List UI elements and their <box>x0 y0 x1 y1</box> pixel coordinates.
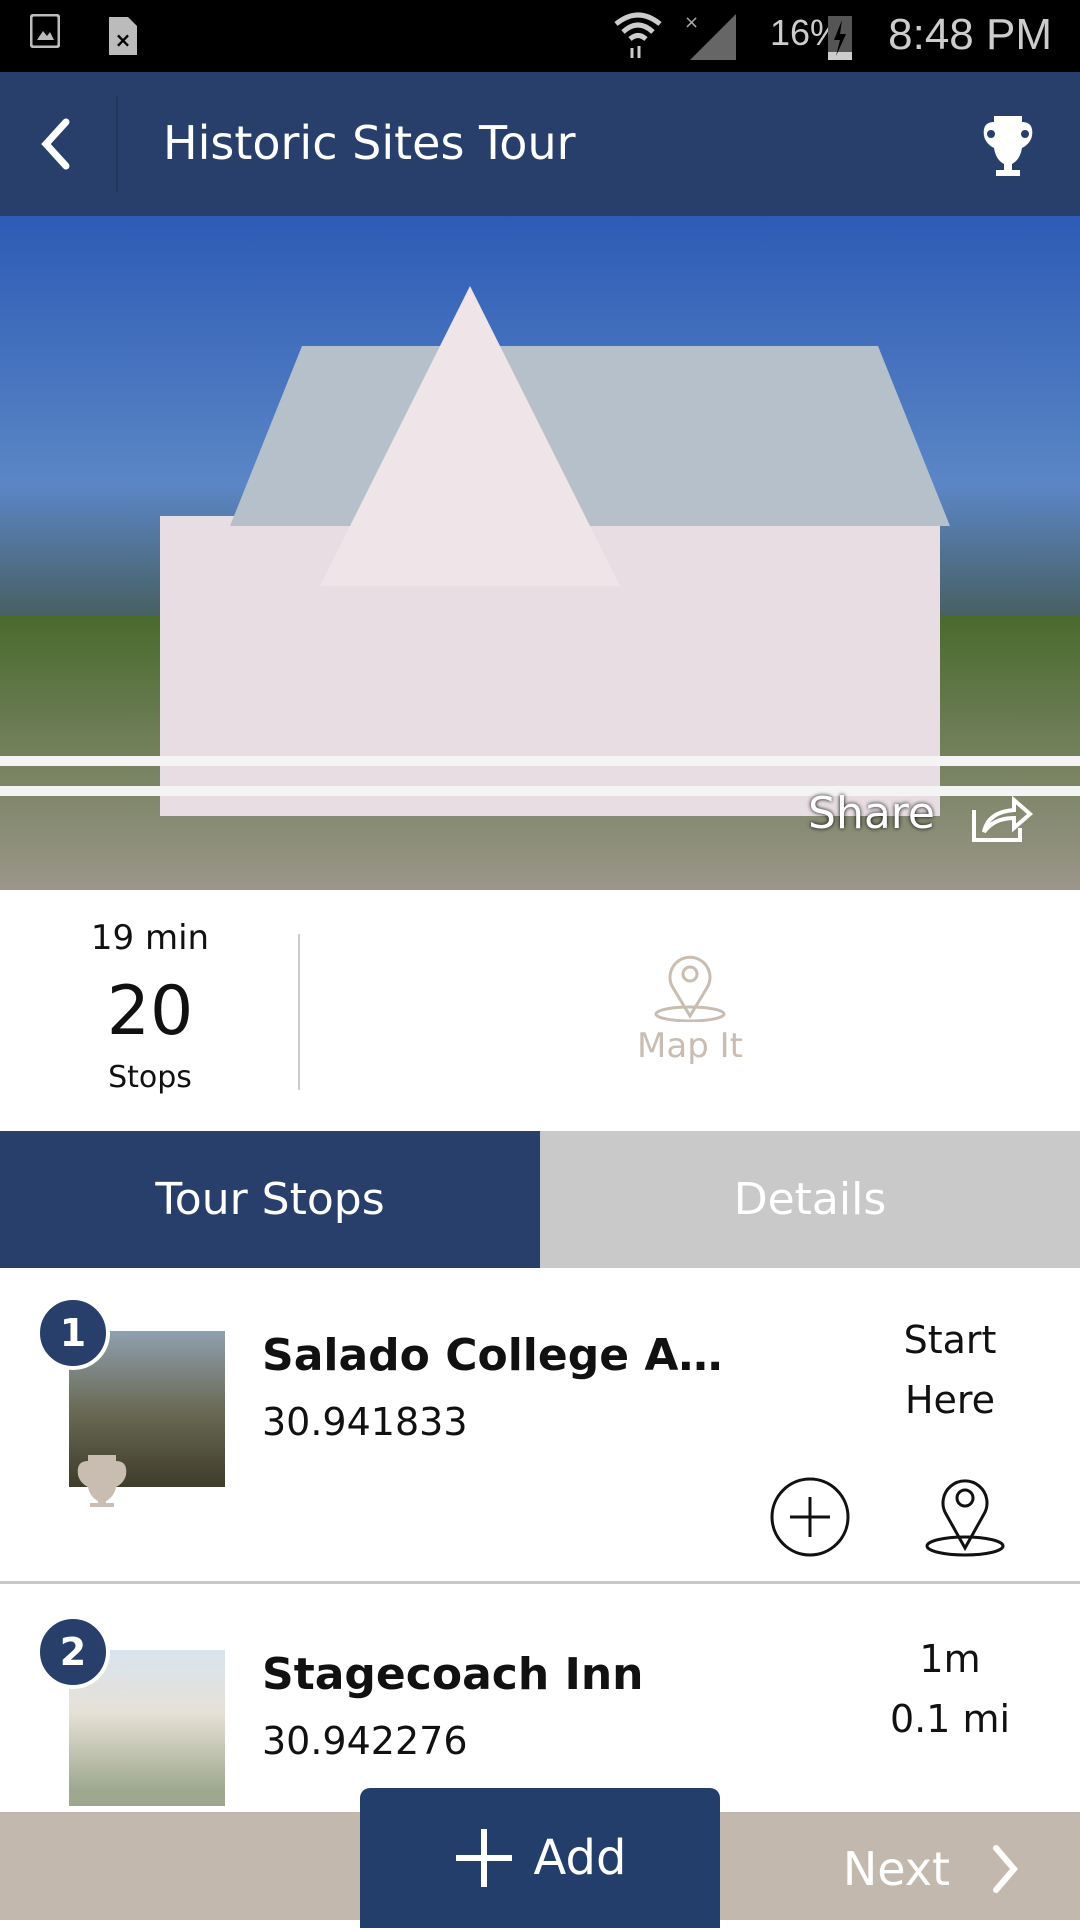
battery-charging-icon <box>828 16 852 60</box>
svg-text:×: × <box>684 12 699 33</box>
stop-coordinate: 30.942276 <box>262 1719 468 1763</box>
stops-count: 20 <box>106 972 194 1051</box>
stop-distance: Start Here <box>903 1318 997 1422</box>
stops-label: Stops <box>108 1060 192 1095</box>
tour-hero-image: Share <box>0 216 1080 890</box>
list-item[interactable]: 1 Salado College Arc... 30.941833 Start H… <box>0 1268 1080 1584</box>
next-button[interactable]: Next <box>843 1842 1020 1896</box>
page-title: Historic Sites Tour <box>163 116 576 170</box>
add-label: Add <box>533 1830 627 1886</box>
add-stop-button[interactable] <box>768 1475 852 1559</box>
amphora-icon <box>77 1455 127 1507</box>
stats-divider <box>298 934 300 1090</box>
stop-number-badge: 2 <box>36 1615 110 1689</box>
app-header: Historic Sites Tour <box>0 72 1080 216</box>
back-button[interactable] <box>36 116 76 172</box>
stop-coordinate: 30.941833 <box>262 1400 468 1444</box>
map-it-button[interactable]: Map It <box>590 950 790 1066</box>
sim-missing-icon: × <box>109 17 137 55</box>
map-pin-icon <box>654 955 726 1023</box>
tab-tour-stops[interactable]: Tour Stops <box>0 1131 540 1268</box>
stop-name: Stagecoach Inn <box>262 1649 644 1700</box>
status-bar: × × 16% 8:48 PM <box>0 0 1080 72</box>
tab-bar: Tour Stops Details <box>0 1131 1080 1268</box>
header-divider <box>116 96 118 192</box>
add-button[interactable]: Add <box>360 1788 720 1928</box>
map-it-label: Map It <box>637 1026 743 1066</box>
svg-text:×: × <box>115 28 132 52</box>
chevron-right-icon <box>993 1845 1018 1893</box>
tour-stats: 19 min 20 Stops Map It <box>0 890 1080 1131</box>
stop-distance: 1m 0.1 mi <box>889 1637 1011 1741</box>
stop-number-badge: 1 <box>36 1296 110 1370</box>
share-icon[interactable] <box>970 794 1034 844</box>
map-pin-button[interactable] <box>922 1470 1008 1560</box>
signal-icon: × <box>684 12 736 60</box>
wifi-icon <box>614 12 662 58</box>
plus-icon <box>455 1829 512 1887</box>
tab-details[interactable]: Details <box>540 1131 1080 1268</box>
share-button[interactable]: Share <box>808 788 935 839</box>
tour-duration: 19 min <box>90 918 210 958</box>
gallery-notification-icon <box>30 14 60 48</box>
amphora-icon[interactable] <box>980 112 1036 178</box>
clock: 8:48 PM <box>888 10 1052 59</box>
stop-name: Salado College Arc... <box>262 1330 732 1381</box>
next-label: Next <box>842 1842 950 1896</box>
